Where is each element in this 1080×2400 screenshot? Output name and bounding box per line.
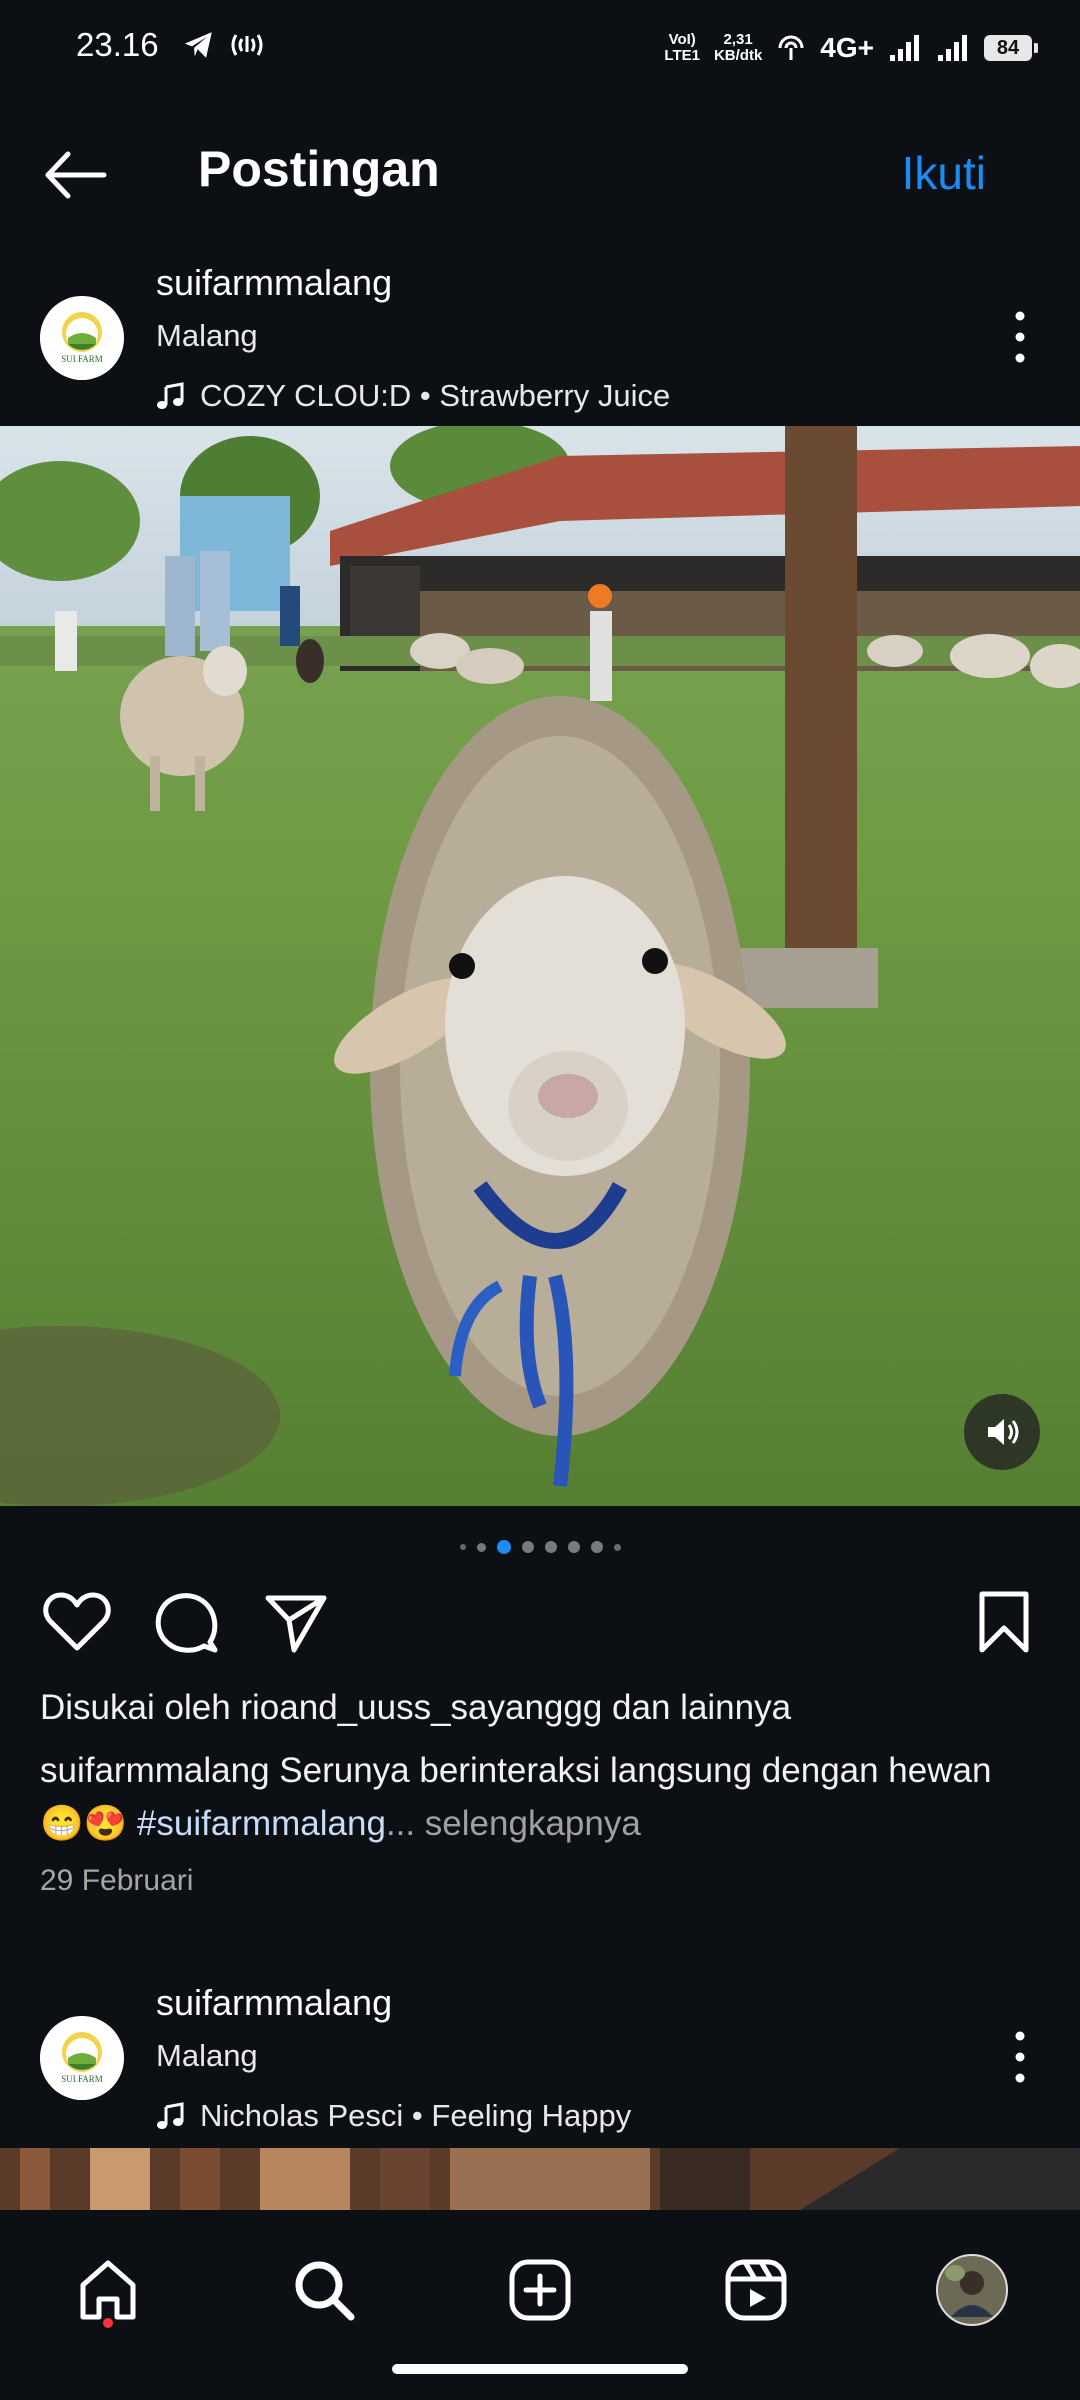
post-location[interactable]: Malang — [156, 318, 258, 354]
sui-farm-logo-icon: SUI FARM — [40, 2016, 124, 2100]
status-bar: 23.16 VoI) LTE1 2,31 KB/dtk 4G+ 84 — [0, 0, 1080, 96]
avatar-logo-text: SUI FARM — [61, 354, 103, 364]
speed-indicator: 2,31 KB/dtk — [714, 32, 762, 64]
status-right-group: VoI) LTE1 2,31 KB/dtk 4G+ 84 — [664, 24, 1038, 72]
home-indicator[interactable] — [392, 2364, 688, 2374]
post-date: 29 Februari — [40, 1864, 194, 1897]
volte-indicator: VoI) LTE1 — [664, 32, 700, 64]
home-notification-dot — [103, 2318, 113, 2328]
nav-search[interactable] — [284, 2250, 364, 2330]
bookmark-icon[interactable] — [976, 1590, 1032, 1654]
comment-icon[interactable] — [152, 1590, 220, 1658]
liked-by-text[interactable]: Disukai oleh rioand_uuss_sayanggg dan la… — [40, 1688, 791, 1728]
network-type: 4G+ — [820, 32, 874, 63]
hotspot-icon — [778, 35, 804, 60]
carousel-dot — [567, 1541, 580, 1553]
telegram-icon — [184, 32, 212, 58]
next-post-username[interactable]: suifarmmalang — [156, 1982, 392, 2024]
nav-profile[interactable] — [932, 2250, 1012, 2330]
next-post-music-label: Nicholas Pesci • Feeling Happy — [200, 2098, 632, 2133]
volte-line1: VoI) — [668, 31, 696, 48]
nav-create[interactable] — [500, 2250, 580, 2330]
more-options-icon[interactable] — [1000, 302, 1040, 372]
carousel-dot — [613, 1543, 621, 1551]
carousel-dot — [544, 1541, 557, 1553]
post-music-label: COZY CLOU:D • Strawberry Juice — [200, 378, 671, 413]
follow-button[interactable]: Ikuti — [902, 146, 986, 200]
next-post-avatar[interactable]: SUI FARM — [40, 2016, 124, 2100]
share-send-icon[interactable] — [262, 1592, 330, 1656]
sheep-farm-image — [0, 426, 1080, 1506]
post-avatar[interactable]: SUI FARM — [40, 296, 124, 380]
create-plus-icon — [509, 2259, 571, 2321]
sui-farm-logo-icon: SUI FARM — [40, 296, 124, 380]
speaker-on-icon — [988, 1419, 1019, 1445]
battery-indicator: 84 — [984, 35, 1038, 61]
music-note-icon — [157, 382, 184, 409]
carousel-indicator — [0, 1540, 1080, 1554]
see-more-link[interactable]: ... selengkapnya — [386, 1804, 641, 1843]
carousel-dot — [521, 1541, 534, 1553]
post-username[interactable]: suifarmmalang — [156, 262, 392, 304]
music-note-icon — [157, 2102, 184, 2129]
status-time: 23.16 — [76, 26, 159, 63]
search-icon — [295, 2261, 355, 2321]
post-caption[interactable]: suifarmmalang Serunya berinteraksi langs… — [40, 1744, 1040, 1850]
speed-value: 2,31 — [723, 31, 753, 48]
next-post-image — [0, 2148, 1080, 2210]
reels-icon — [725, 2259, 787, 2321]
volte-line2: LTE1 — [664, 47, 700, 64]
next-post-photo[interactable] — [0, 2148, 1080, 2210]
signal-icon-1 — [890, 35, 919, 61]
next-post-location[interactable]: Malang — [156, 2038, 258, 2074]
nav-reels[interactable] — [716, 2250, 796, 2330]
broadcast-icon — [231, 34, 263, 56]
home-icon — [80, 2260, 136, 2320]
carousel-dot-active — [496, 1540, 511, 1554]
caption-hashtag[interactable]: #suifarmmalang — [137, 1804, 386, 1843]
carousel-dot — [476, 1542, 486, 1552]
speed-unit: KB/dtk — [713, 47, 763, 64]
post-photo[interactable] — [0, 426, 1080, 1506]
carousel-dot — [459, 1544, 466, 1550]
carousel-dot — [590, 1541, 603, 1553]
signal-icon-2 — [938, 35, 967, 61]
avatar-logo-text: SUI FARM — [61, 2074, 103, 2084]
caption-username[interactable]: suifarmmalang — [40, 1751, 270, 1790]
next-post-music[interactable]: Nicholas Pesci • Feeling Happy — [156, 2098, 631, 2134]
more-options-icon[interactable] — [1000, 2022, 1040, 2092]
like-heart-icon[interactable] — [42, 1590, 112, 1654]
page-title: Postingan — [198, 141, 440, 197]
post-music[interactable]: COZY CLOU:D • Strawberry Juice — [156, 378, 670, 414]
profile-avatar — [936, 2254, 1008, 2326]
back-arrow-icon[interactable] — [40, 140, 110, 210]
volume-button[interactable] — [964, 1394, 1040, 1470]
